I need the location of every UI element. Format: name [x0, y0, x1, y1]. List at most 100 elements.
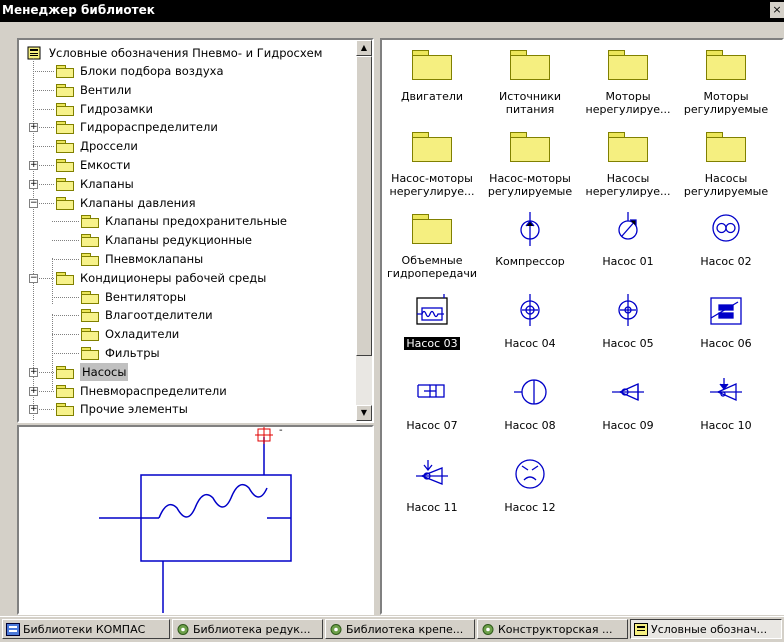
library-item[interactable]: Насос 10: [678, 374, 774, 432]
tree-item-label: Охладители: [105, 327, 180, 342]
folder-icon: [81, 328, 99, 342]
library-item[interactable]: Насос 06: [678, 292, 774, 350]
pump-symbol-icon: [414, 456, 450, 492]
library-item[interactable]: Насосы нерегулируе...: [580, 128, 676, 198]
tree-item[interactable]: Клапаны редукционные: [19, 231, 349, 249]
tree-item[interactable]: Влагоотделители: [19, 306, 349, 324]
library-item[interactable]: Насос 03: [384, 292, 480, 350]
tree-item-label: Клапаны: [80, 176, 134, 191]
tree-item[interactable]: Пневмоклапаны: [19, 250, 349, 268]
item-label: Насос 11: [406, 501, 458, 514]
expand-icon[interactable]: +: [29, 405, 38, 415]
tree-item[interactable]: Гидрозамки: [19, 100, 349, 118]
folder-icon: [56, 177, 74, 191]
library-item[interactable]: Компрессор: [482, 210, 578, 268]
item-label: Насос 02: [700, 255, 752, 268]
folder-icon: [412, 132, 452, 162]
tab-label: Библиотека редук...: [193, 623, 311, 636]
tree-item[interactable]: − Кондиционеры рабочей среды: [19, 269, 349, 287]
library-item[interactable]: Насос 09: [580, 374, 676, 432]
tree-item-label: Насосы: [80, 362, 129, 381]
tree-item-label: Дроссели: [80, 139, 138, 154]
folder-icon: [510, 50, 550, 80]
gear-icon: [330, 624, 342, 635]
tree-line: [52, 296, 79, 298]
folder-icon: [56, 121, 74, 135]
expand-icon[interactable]: +: [29, 179, 38, 189]
tree-item[interactable]: + Гидрораспределители: [19, 118, 349, 136]
tab-label: Конструкторская ...: [498, 623, 613, 636]
tree-item[interactable]: − Клапаны давления: [19, 194, 349, 212]
library-item[interactable]: Источники питания: [482, 46, 578, 116]
tree-line: [52, 259, 79, 260]
tree-item-label: Пневмораспределители: [80, 383, 227, 398]
library-item[interactable]: Насос 11: [384, 456, 480, 514]
item-label: Насосы регулируемые: [683, 172, 769, 198]
library-item[interactable]: Насос 04: [482, 292, 578, 350]
tree-item[interactable]: Клапаны предохранительные: [19, 212, 349, 230]
library-item[interactable]: Двигатели: [384, 46, 480, 103]
library-item[interactable]: Моторы регулируемые: [678, 46, 774, 116]
collapse-icon[interactable]: −: [29, 273, 38, 283]
collapse-icon[interactable]: −: [29, 198, 38, 208]
tree-line: [52, 240, 79, 242]
tab-kompas-libraries[interactable]: Библиотеки КОМПАС: [2, 619, 170, 639]
library-item[interactable]: Насос-моторы регулируемые: [482, 128, 578, 198]
tree-item-label: Блоки подбора воздуха: [80, 64, 224, 78]
tree-item-label: Емкости: [80, 158, 131, 172]
library-item[interactable]: Насос 01: [580, 210, 676, 268]
tree-item-label: Вентили: [80, 82, 132, 97]
pump-symbol-icon: [708, 210, 744, 246]
tree-item[interactable]: + Емкости: [19, 156, 349, 174]
expand-icon[interactable]: +: [29, 386, 38, 396]
scroll-down-button[interactable]: ▼: [356, 405, 372, 421]
close-button[interactable]: ×: [770, 2, 784, 18]
folder-icon: [81, 215, 99, 229]
tab-label: Библиотека крепе...: [346, 623, 464, 636]
tab-design-library[interactable]: Конструкторская ...: [477, 619, 628, 639]
item-label: Насос 08: [504, 419, 556, 432]
tab-reducer-library[interactable]: Библиотека редук...: [172, 619, 323, 639]
folder-icon: [56, 196, 74, 210]
expand-icon[interactable]: +: [29, 123, 38, 133]
tree-item[interactable]: + Пневмораспределители: [19, 382, 349, 400]
item-label: Насос-моторы регулируемые: [487, 172, 573, 198]
library-item[interactable]: Насос 08: [482, 374, 578, 432]
tree-scrollbar[interactable]: ▲ ▼: [356, 40, 372, 421]
library-item[interactable]: Объемные гидропередачи: [384, 210, 480, 280]
tree-item[interactable]: + Клапаны: [19, 175, 349, 193]
folder-icon: [81, 309, 99, 323]
tab-fastener-library[interactable]: Библиотека крепе...: [325, 619, 475, 639]
library-item[interactable]: Насос-моторы нерегулируе...: [384, 128, 480, 198]
library-item[interactable]: Насос 05: [580, 292, 676, 350]
item-label: Объемные гидропередачи: [387, 254, 477, 280]
item-label: Насос 04: [504, 337, 556, 350]
library-item[interactable]: Насос 12: [482, 456, 578, 514]
library-item[interactable]: Насос 02: [678, 210, 774, 268]
tab-symbols-library[interactable]: Условные обознач...: [630, 619, 782, 639]
library-item[interactable]: Насос 07: [384, 374, 480, 432]
expand-icon[interactable]: +: [29, 367, 38, 377]
tree-line: [52, 221, 79, 223]
library-item[interactable]: Насосы регулируемые: [678, 128, 774, 198]
tree-item[interactable]: + Насосы: [19, 362, 349, 381]
item-label: Насос 07: [406, 419, 458, 432]
item-label: Насос 05: [602, 337, 654, 350]
tree-item[interactable]: Блоки подбора воздуха: [19, 62, 349, 80]
tree-item[interactable]: Вентиляторы: [19, 288, 349, 306]
tree-item[interactable]: Вентили: [19, 81, 349, 99]
preview-drawing: -: [99, 425, 292, 613]
book-icon: [27, 46, 41, 60]
tree-item[interactable]: Фильтры: [19, 344, 349, 362]
expand-icon[interactable]: +: [29, 161, 38, 170]
tree-item[interactable]: + Прочие элементы: [19, 400, 349, 418]
tree-item[interactable]: Дроссели: [19, 137, 349, 155]
library-item[interactable]: Моторы нерегулируе...: [580, 46, 676, 116]
scroll-thumb[interactable]: [356, 56, 372, 356]
library-tree[interactable]: Условные обозначения Пневмо- и Гидросхем…: [17, 38, 374, 423]
pump-symbol-icon: [708, 374, 744, 410]
scroll-up-button[interactable]: ▲: [356, 40, 372, 56]
window-title: Менеджер библиотек: [2, 3, 155, 17]
tree-item[interactable]: Охладители: [19, 325, 349, 343]
library-contents[interactable]: Двигатели Источники питания Моторы нерегул…: [380, 38, 784, 615]
